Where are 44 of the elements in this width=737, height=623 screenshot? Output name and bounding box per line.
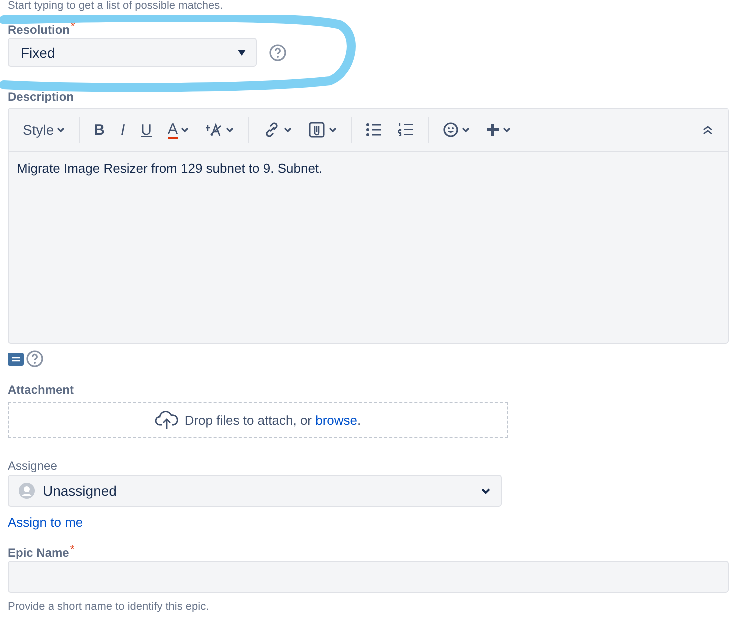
field-label: Attachment	[8, 382, 74, 398]
browse-link[interactable]: browse	[316, 412, 358, 428]
caret-icon	[462, 127, 470, 133]
assignee-select[interactable]: Unassigned	[8, 475, 502, 507]
bold-button[interactable]: B	[88, 116, 111, 144]
emoji-icon	[443, 122, 459, 138]
link-icon	[263, 121, 281, 139]
epic-name-field[interactable]	[8, 561, 729, 593]
caret-icon	[503, 127, 511, 133]
field-label: Assignee	[8, 458, 58, 474]
assign-to-me-link[interactable]: Assign to me	[8, 515, 729, 530]
drop-text: Drop files to attach, or browse.	[184, 412, 362, 428]
text-mode-icon[interactable]	[8, 352, 24, 366]
chevron-up-icon	[702, 125, 714, 135]
caret-icon	[57, 127, 66, 133]
caret-icon	[181, 127, 189, 133]
description-field[interactable]: Migrate Image Resizer from 129 subnet to 9. Subnet.	[9, 152, 728, 343]
help-text: Provide a short name to identify this epic.	[8, 601, 210, 613]
required-mark: *	[70, 545, 75, 556]
required-mark: *	[71, 22, 76, 33]
text-color-button[interactable]: A	[162, 116, 195, 144]
paperclip-icon	[308, 121, 326, 139]
resolution-select[interactable]: Fixed	[8, 38, 257, 67]
plus-icon	[486, 123, 500, 137]
caret-icon	[329, 127, 337, 133]
bullet-list-icon	[366, 123, 382, 137]
help-icon[interactable]	[26, 350, 44, 368]
caret-icon	[226, 127, 234, 133]
caret-icon	[284, 127, 292, 133]
underline-button[interactable]: U	[135, 116, 158, 144]
field-label: Epic Name	[8, 545, 70, 561]
file-drop-zone[interactable]: Drop files to attach, or browse.	[8, 402, 508, 438]
style-dropdown[interactable]: Style	[17, 116, 72, 144]
text-size-icon	[205, 123, 223, 137]
italic-button[interactable]: I	[114, 116, 132, 144]
field-label: Resolution	[8, 22, 70, 38]
avatar-icon	[19, 483, 35, 499]
dropdown-triangle-icon	[238, 50, 246, 56]
help-icon[interactable]	[269, 44, 287, 62]
cloud-upload-icon	[154, 410, 179, 430]
field-label: Description	[8, 89, 74, 105]
numbered-list-icon	[398, 123, 414, 137]
chevron-down-icon	[481, 488, 491, 494]
hint-text: Start typing to get a list of possible matches.	[8, 0, 224, 13]
